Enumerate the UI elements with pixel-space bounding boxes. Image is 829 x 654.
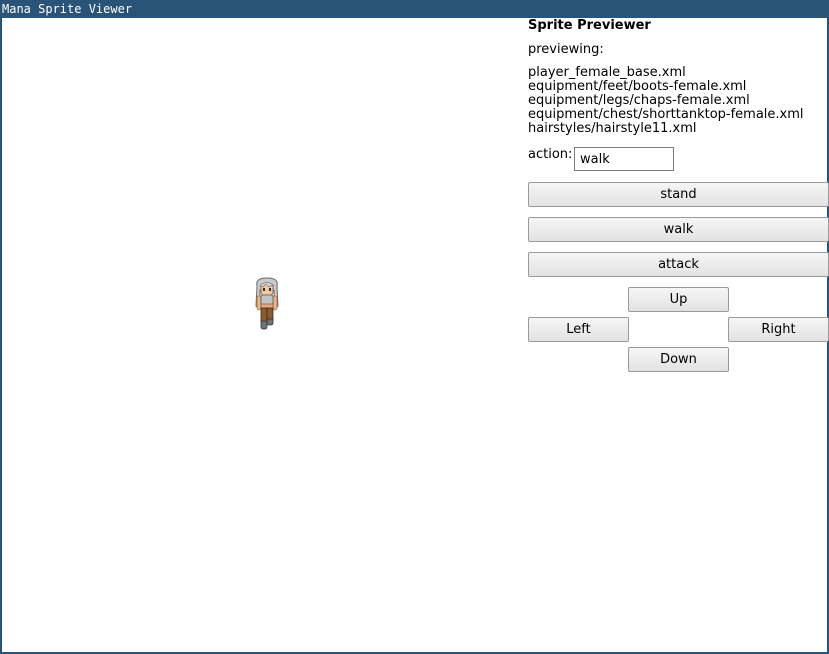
left-button[interactable]: Left <box>528 317 629 342</box>
file-item: equipment/chest/shorttanktop-female.xml <box>528 107 804 122</box>
action-input[interactable] <box>574 147 674 171</box>
attack-button[interactable]: attack <box>528 252 829 277</box>
down-button[interactable]: Down <box>628 347 729 372</box>
file-item: hairstyles/hairstyle11.xml <box>528 121 697 136</box>
sprite-canvas <box>2 18 522 652</box>
player-sprite-icon <box>255 277 279 330</box>
up-button[interactable]: Up <box>628 287 729 312</box>
file-item: equipment/legs/chaps-female.xml <box>528 93 750 108</box>
file-item: player_female_base.xml <box>528 65 686 80</box>
panel-heading: Sprite Previewer <box>528 18 651 33</box>
app-window: Mana Sprite Viewer Sprite Previewer prev… <box>0 0 829 654</box>
right-button[interactable]: Right <box>728 317 829 342</box>
file-item: equipment/feet/boots-female.xml <box>528 79 747 94</box>
file-list: player_female_base.xml equipment/feet/bo… <box>528 66 804 136</box>
walk-button[interactable]: walk <box>528 217 829 242</box>
action-label: action: <box>528 147 573 162</box>
stand-button[interactable]: stand <box>528 182 829 207</box>
window-title[interactable]: Mana Sprite Viewer <box>0 0 829 18</box>
previewing-label: previewing: <box>528 42 604 57</box>
